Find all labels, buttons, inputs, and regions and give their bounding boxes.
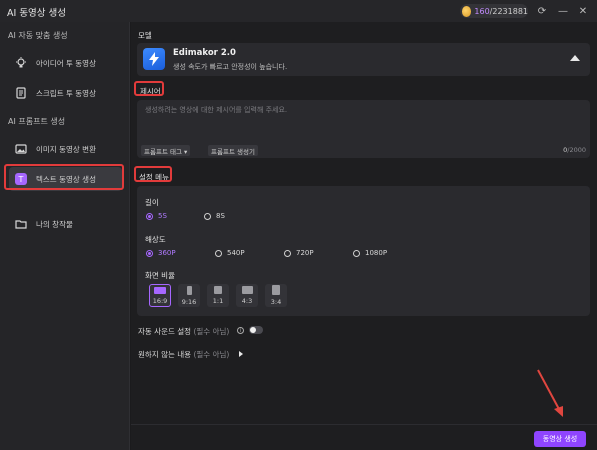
prompt-tag-button[interactable]: 프롬프트 태그 ▾ xyxy=(141,145,191,156)
main-panel: 모델 Edimakor 2.0 생성 속도가 빠르고 안정성이 높습니다. 제시… xyxy=(131,22,597,450)
length-option-5s[interactable]: 5S xyxy=(146,212,167,220)
char-count: 0/2000 xyxy=(563,146,586,154)
radio-icon xyxy=(204,212,211,220)
radio-selected-icon xyxy=(146,249,153,257)
chevron-right-icon[interactable] xyxy=(239,351,243,357)
negative-hint: (필수 아님) xyxy=(193,350,230,359)
title-bar: AI 동영상 생성 160 /2231881 ⟳ — ✕ xyxy=(0,0,597,22)
ratio-shape-icon xyxy=(241,286,253,294)
app-title: AI 동영상 생성 xyxy=(7,8,67,19)
resolution-option-1080p[interactable]: 1080P xyxy=(353,249,387,257)
model-selector[interactable]: Edimakor 2.0 생성 속도가 빠르고 안정성이 높습니다. xyxy=(137,43,590,76)
resolution-label: 해상도 xyxy=(145,235,166,244)
model-description: 생성 속도가 빠르고 안정성이 높습니다. xyxy=(173,63,288,71)
bulb-icon xyxy=(15,57,27,69)
sidebar-item-label: 아이디어 투 동영상 xyxy=(36,58,96,68)
ratio-shape-icon xyxy=(186,285,192,295)
image-icon xyxy=(15,143,27,155)
lightning-icon xyxy=(143,48,165,70)
radio-selected-icon xyxy=(146,212,153,220)
minimize-icon[interactable]: — xyxy=(556,4,570,18)
close-icon[interactable]: ✕ xyxy=(576,4,590,18)
ratio-label: 화면 비율 xyxy=(145,271,175,280)
auto-sound-label: 자동 사운드 설정 xyxy=(138,327,192,336)
highlight-box-settings xyxy=(134,166,172,182)
model-label: 모델 xyxy=(138,31,152,40)
ratio-option-9-16[interactable]: 9:16 xyxy=(178,284,200,307)
coin-icon xyxy=(462,5,472,17)
ratio-option-4-3[interactable]: 4:3 xyxy=(236,284,258,307)
auto-sound-row: 자동 사운드 설정 (필수 아님) xyxy=(138,326,229,337)
prompt-generator-button[interactable]: 프롬프트 생성기 xyxy=(208,145,258,156)
ratio-shape-icon xyxy=(214,286,222,294)
negative-prompt-row[interactable]: 원하지 않는 내용 (필수 아님) xyxy=(138,349,229,360)
prompt-placeholder: 생성하려는 영상에 대한 제시어를 입력해 주세요. xyxy=(145,106,288,114)
refresh-icon[interactable]: ⟳ xyxy=(535,4,549,18)
ratio-shape-icon xyxy=(272,285,280,295)
resolution-option-360p[interactable]: 360P xyxy=(146,249,176,257)
model-name: Edimakor 2.0 xyxy=(173,48,236,58)
negative-label: 원하지 않는 내용 xyxy=(138,350,192,359)
auto-sound-toggle[interactable] xyxy=(249,326,263,334)
credits-used: 160 xyxy=(474,6,490,16)
sidebar-item-label: 스크립트 투 동영상 xyxy=(36,88,96,98)
sidebar-item-image-to-video[interactable]: 이미지 동영상 변환 xyxy=(9,137,122,161)
credits-badge[interactable]: 160 /2231881 xyxy=(460,4,528,18)
radio-icon xyxy=(215,249,222,257)
radio-icon xyxy=(284,249,291,257)
ratio-shape-icon xyxy=(154,286,166,294)
folder-icon xyxy=(15,218,27,230)
ratio-option-3-4[interactable]: 3:4 xyxy=(265,284,287,307)
ratio-option-1-1[interactable]: 1:1 xyxy=(207,284,229,307)
sidebar-item-label: 이미지 동영상 변환 xyxy=(36,144,96,154)
sidebar-item-my-creations[interactable]: 나의 창작물 xyxy=(9,212,122,236)
sidebar-item-idea-to-video[interactable]: 아이디어 투 동영상 xyxy=(9,51,122,75)
highlight-box-sidebar xyxy=(4,164,124,190)
section-ai-prompt: AI 프롬프트 생성 xyxy=(8,117,66,126)
prompt-input[interactable]: 생성하려는 영상에 대한 제시어를 입력해 주세요. 프롬프트 태그 ▾ 프롬프… xyxy=(137,100,590,158)
footer-bar: 동영상 생성 xyxy=(131,424,597,450)
chevron-up-icon[interactable] xyxy=(570,55,580,61)
highlight-box-prompt xyxy=(134,81,164,96)
settings-panel: 길이 5S 8S 해상도 360P 540P 720P 1080P 화면 비율 xyxy=(137,186,590,316)
credits-total: /2231881 xyxy=(489,6,528,16)
sidebar-item-label: 나의 창작물 xyxy=(36,219,73,229)
generate-video-button[interactable]: 동영상 생성 xyxy=(534,431,586,447)
document-icon xyxy=(15,87,27,99)
ratio-option-16-9[interactable]: 16:9 xyxy=(149,284,171,307)
length-label: 길이 xyxy=(145,198,159,207)
length-option-8s[interactable]: 8S xyxy=(204,212,225,220)
annotation-arrow xyxy=(537,369,563,417)
section-ai-custom: AI 자동 맞춤 생성 xyxy=(8,31,68,40)
resolution-option-540p[interactable]: 540P xyxy=(215,249,245,257)
auto-sound-hint: (필수 아님) xyxy=(193,327,230,336)
radio-icon xyxy=(353,249,360,257)
info-icon[interactable]: i xyxy=(237,327,244,334)
resolution-option-720p[interactable]: 720P xyxy=(284,249,314,257)
sidebar: AI 자동 맞춤 생성 아이디어 투 동영상 스크립트 투 동영상 AI 프롬프… xyxy=(0,22,130,450)
sidebar-item-script-to-video[interactable]: 스크립트 투 동영상 xyxy=(9,81,122,105)
